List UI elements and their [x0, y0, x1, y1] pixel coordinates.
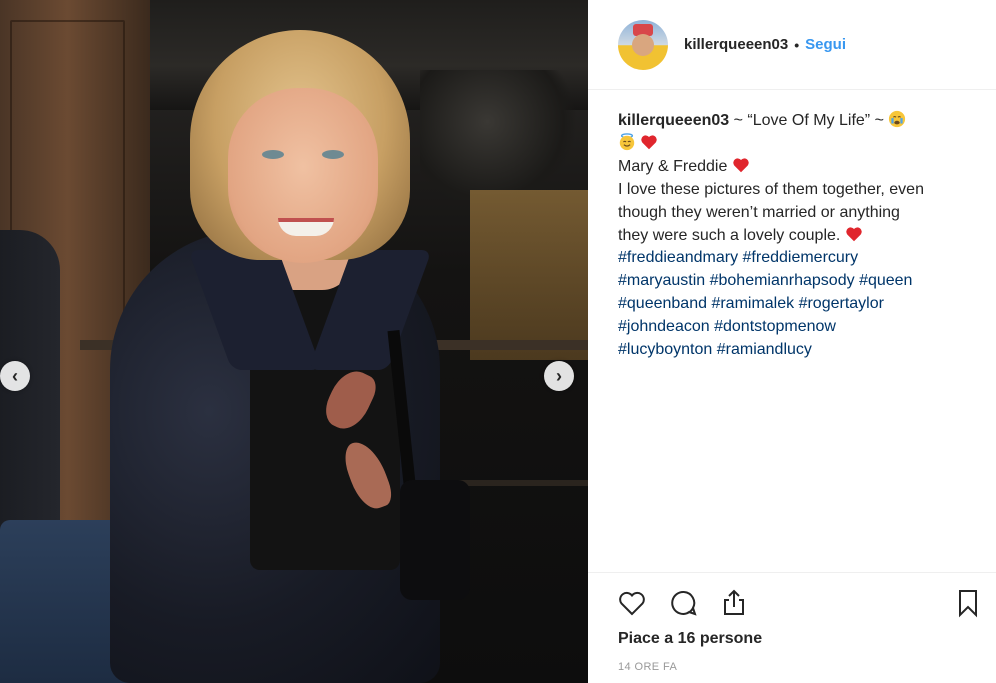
hashtag-link[interactable]: #freddiemercury — [743, 249, 859, 266]
red-heart-emoji-icon — [846, 226, 862, 241]
separator-dot: • — [794, 36, 800, 53]
post-side-panel: killerqueeen03 • Segui killerqueeen03 ~ … — [588, 0, 996, 683]
background-window — [470, 190, 588, 360]
likes-count[interactable]: Piace a 16 persone — [618, 630, 762, 648]
halo-face-emoji-icon — [619, 133, 635, 151]
hashtag-link[interactable]: #dontstopmenow — [714, 318, 836, 335]
handbag — [400, 480, 470, 600]
red-heart-emoji-icon — [641, 135, 658, 150]
caption-line-emojis — [618, 133, 986, 156]
post-timestamp[interactable]: 14 ORE FA — [618, 661, 677, 673]
previous-photo-button[interactable]: ‹ — [0, 361, 30, 391]
caption-line-5: they were such a lovely couple. — [618, 225, 986, 248]
hashtag-link[interactable]: #ramimalek — [711, 295, 794, 312]
share-icon[interactable] — [718, 587, 750, 619]
post-header: killerqueeen03 • Segui — [588, 0, 996, 90]
hashtag-line: #lucyboynton #ramiandlucy — [618, 339, 986, 362]
caption-line-2: Mary & Freddie — [618, 156, 986, 179]
woman-face — [228, 88, 378, 263]
caption: killerqueeen03 ~ “Love Of My Life” ~ Mar… — [618, 110, 986, 362]
hashtag-link[interactable]: #freddieandmary — [618, 249, 738, 266]
next-photo-button[interactable]: › — [544, 361, 574, 391]
caption-line-1: killerqueeen03 ~ “Love Of My Life” ~ — [618, 110, 986, 133]
action-bar: Piace a 16 persone 14 ORE FA — [588, 572, 996, 683]
hashtag-line: #johndeacon #dontstopmenow — [618, 316, 986, 339]
caption-names: Mary & Freddie — [618, 157, 728, 175]
hashtag-line: #freddieandmary #freddiemercury — [618, 247, 986, 270]
hashtag-line: #maryaustin #bohemianrhapsody #queen — [618, 270, 986, 293]
caption-line-3: I love these pictures of them together, … — [618, 180, 924, 198]
hashtag-link[interactable]: #queen — [859, 272, 912, 289]
chevron-left-icon: ‹ — [12, 366, 18, 386]
red-heart-emoji-icon — [733, 158, 749, 173]
eye-right — [322, 150, 344, 159]
caption-sentence-end: they were such a lovely couple. — [618, 226, 841, 244]
bookmark-icon[interactable] — [952, 587, 984, 619]
caption-username[interactable]: killerqueeen03 — [618, 112, 729, 129]
hashtag-link[interactable]: #bohemianrhapsody — [710, 272, 855, 289]
avatar-face — [632, 33, 654, 56]
crying-face-emoji-icon — [889, 110, 906, 128]
hashtag-link[interactable]: #johndeacon — [618, 318, 710, 335]
chevron-right-icon: › — [556, 366, 562, 386]
hashtag-line: #queenband #ramimalek #rogertaylor — [618, 293, 986, 316]
post-photo: ‹ › — [0, 0, 588, 683]
hashtag-link[interactable]: #ramiandlucy — [717, 341, 812, 358]
caption-line-4: though they weren’t married or anything — [618, 203, 900, 221]
avatar[interactable] — [618, 19, 668, 70]
heart-icon[interactable] — [616, 587, 648, 619]
hashtag-link[interactable]: #queenband — [618, 295, 707, 312]
comment-icon[interactable] — [668, 587, 700, 619]
hashtag-link[interactable]: #maryaustin — [618, 272, 705, 289]
follow-button[interactable]: Segui — [805, 36, 846, 53]
header-username[interactable]: killerqueeen03 — [684, 36, 788, 53]
stage-lights — [420, 70, 588, 200]
hashtag-link[interactable]: #lucyboynton — [618, 341, 712, 358]
eye-left — [262, 150, 284, 159]
caption-title: ~ “Love Of My Life” ~ — [733, 112, 884, 129]
hashtag-link[interactable]: #rogertaylor — [799, 295, 884, 312]
